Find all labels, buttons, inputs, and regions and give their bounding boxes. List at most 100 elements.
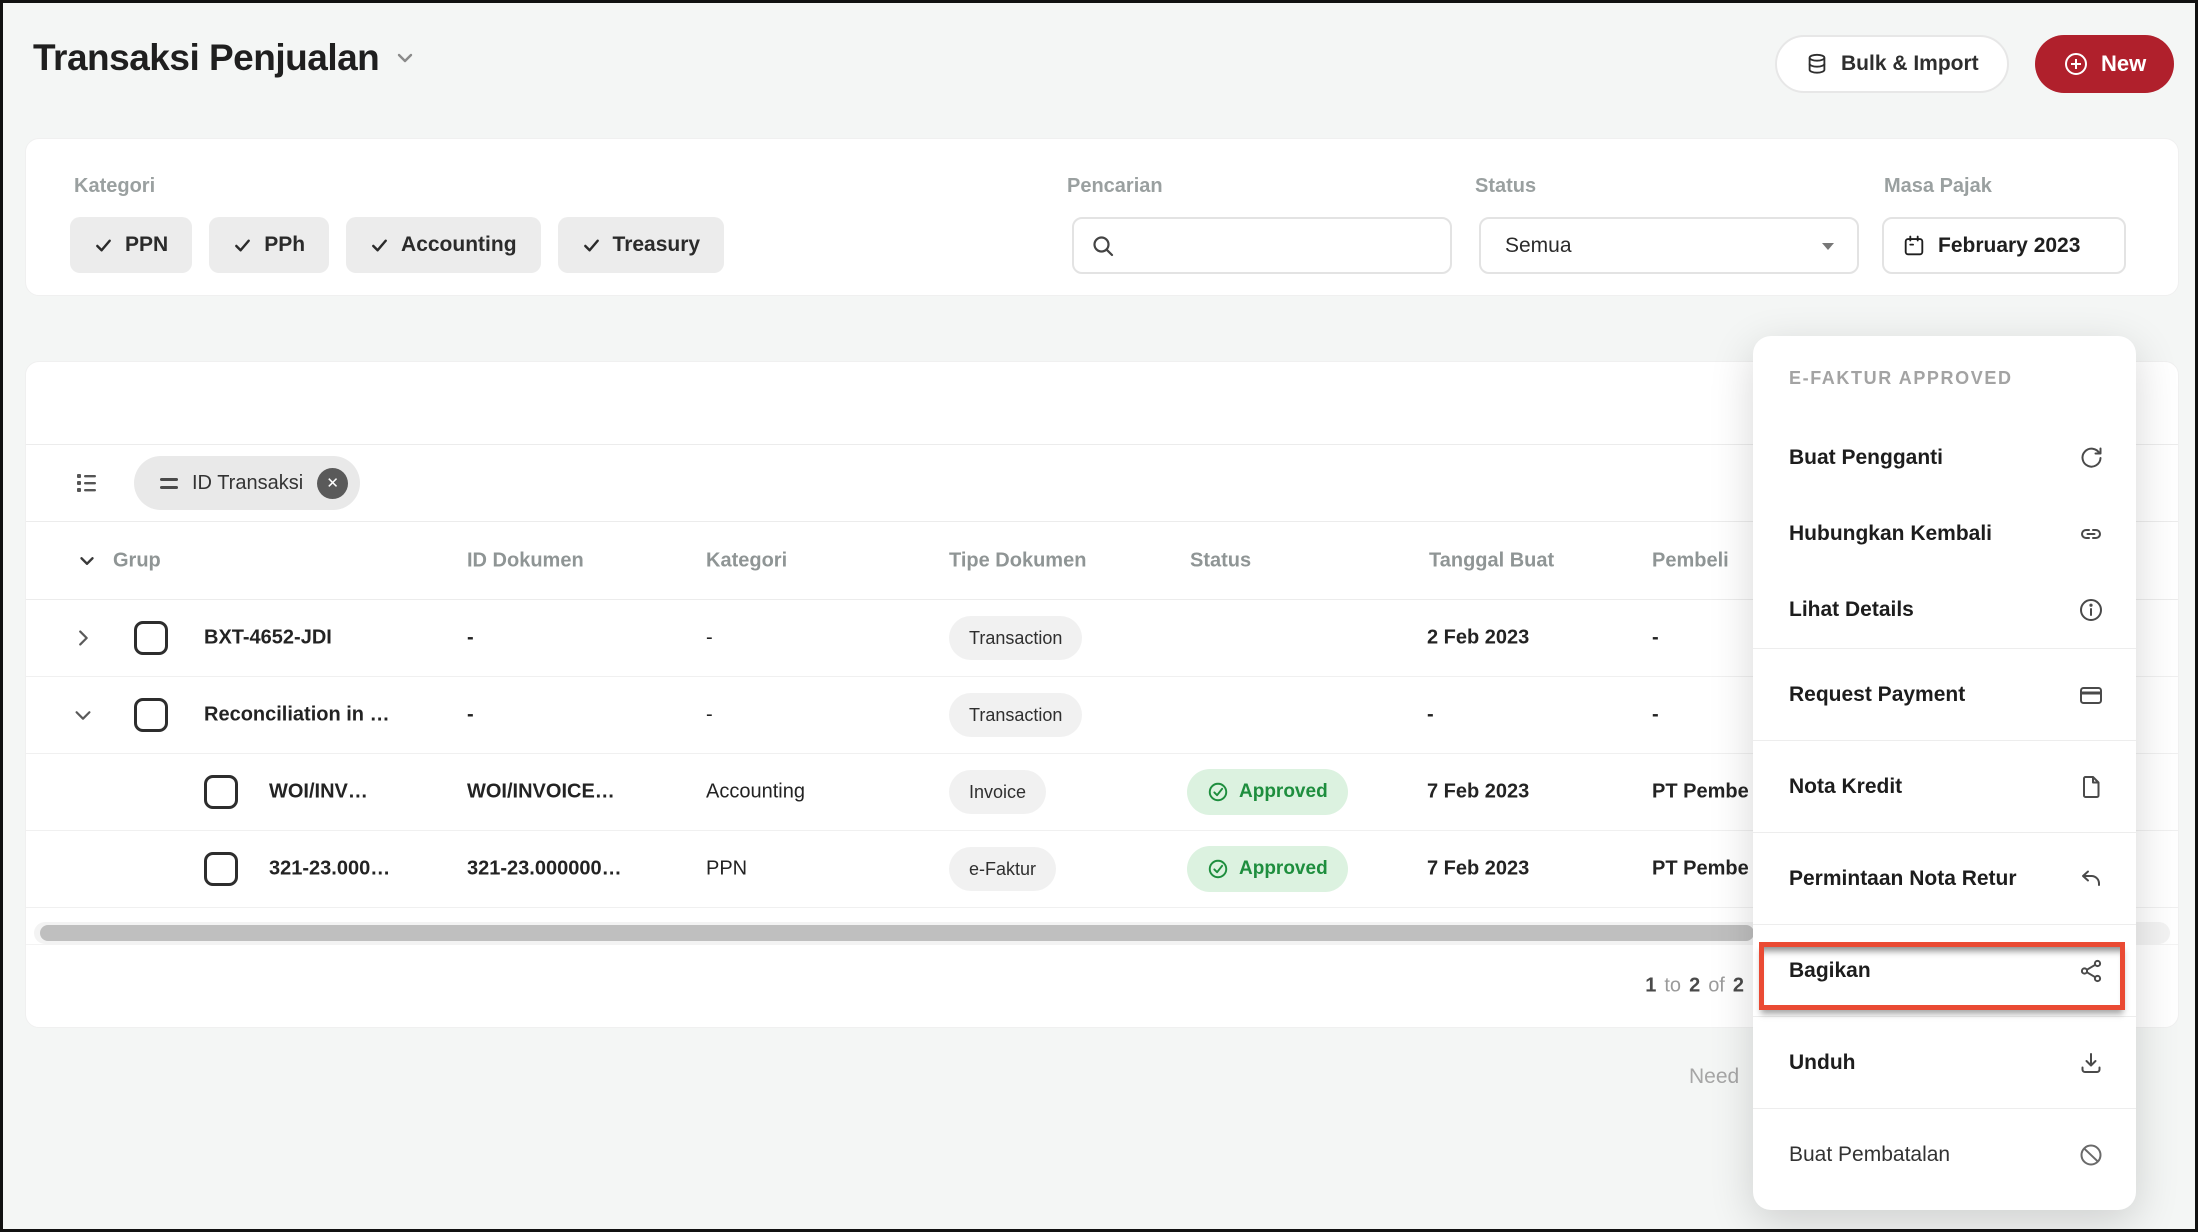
row-checkbox[interactable]: [204, 852, 238, 886]
tipe-badge: Transaction: [949, 693, 1082, 737]
cell-grup[interactable]: 321-23.000…: [269, 858, 390, 881]
page-title-wrap: Transaksi Penjualan: [33, 37, 417, 79]
menu-item-label: Permintaan Nota Retur: [1789, 867, 2017, 891]
menu-item-hubungkan-kembali[interactable]: Hubungkan Kembali: [1753, 496, 2136, 572]
search-box: [1072, 217, 1452, 274]
masa-pajak-label: Masa Pajak: [1884, 175, 1992, 198]
masa-pajak-button[interactable]: February 2023: [1882, 217, 2126, 274]
status-select-value: Semua: [1505, 234, 1572, 258]
menu-item-label: Hubungkan Kembali: [1789, 522, 1992, 546]
refresh-icon: [2078, 445, 2104, 471]
cell-kategori: -: [706, 627, 713, 650]
cell-pembeli: -: [1652, 704, 1659, 727]
grup-sort-chevron-down-icon[interactable]: [76, 550, 98, 572]
col-header-tanggal-buat[interactable]: Tanggal Buat: [1429, 549, 1554, 572]
need-help-text[interactable]: Need: [1689, 1065, 1739, 1089]
cell-id-dokumen: -: [467, 627, 474, 650]
cell-pembeli: PT Pembe: [1652, 781, 1749, 804]
info-icon: [2078, 597, 2104, 623]
menu-item-label: Request Payment: [1789, 683, 1965, 707]
kategori-chip-accounting[interactable]: Accounting: [346, 217, 541, 273]
col-header-id-dokumen[interactable]: ID Dokumen: [467, 549, 584, 572]
expand-chevron-right-icon[interactable]: [72, 627, 94, 649]
cell-grup[interactable]: BXT-4652-JDI: [204, 627, 332, 650]
col-header-grup[interactable]: Grup: [113, 549, 161, 572]
pencarian-label: Pencarian: [1067, 175, 1163, 198]
cell-tanggal: -: [1427, 704, 1434, 727]
kategori-chips: PPN PPh Accounting Treasury: [70, 217, 724, 273]
app-screen: Transaksi Penjualan Bulk & Import New Ka…: [0, 0, 2198, 1232]
caret-down-icon: [1821, 241, 1835, 251]
return-arrow-icon: [2078, 866, 2104, 892]
cell-kategori: PPN: [706, 858, 747, 881]
cell-kategori: Accounting: [706, 781, 805, 804]
new-label: New: [2101, 51, 2146, 77]
circle-check-icon: [1207, 858, 1229, 880]
database-icon: [1805, 52, 1829, 76]
chip-label: Accounting: [401, 233, 517, 257]
menu-item-label: Buat Pengganti: [1789, 446, 1943, 470]
cell-pembeli: -: [1652, 627, 1659, 650]
new-button[interactable]: New: [2035, 35, 2174, 93]
col-header-status[interactable]: Status: [1190, 549, 1251, 572]
menu-section-label: E-FAKTUR APPROVED: [1753, 336, 2136, 420]
kategori-chip-ppn[interactable]: PPN: [70, 217, 192, 273]
cell-id-dokumen: WOI/INVOICE…: [467, 781, 615, 804]
check-icon: [94, 236, 113, 255]
cell-grup[interactable]: Reconciliation in …: [204, 704, 390, 727]
search-icon: [1090, 233, 1116, 259]
cell-pembeli: PT Pembe: [1652, 858, 1749, 881]
plus-circle-icon: [2063, 51, 2089, 77]
menu-item-label: Nota Kredit: [1789, 775, 1902, 799]
menu-item-lihat-details[interactable]: Lihat Details: [1753, 572, 2136, 648]
title-chevron-down-icon[interactable]: [393, 46, 417, 70]
filter-chip-label: ID Transaksi: [192, 472, 303, 495]
filter-chip-id-transaksi[interactable]: ID Transaksi ✕: [134, 456, 360, 510]
status-select[interactable]: Semua: [1479, 217, 1859, 274]
row-checkbox[interactable]: [204, 775, 238, 809]
check-icon: [370, 236, 389, 255]
chip-label: PPN: [125, 233, 168, 257]
menu-item-buat-pengganti[interactable]: Buat Pengganti: [1753, 420, 2136, 496]
col-header-kategori[interactable]: Kategori: [706, 549, 787, 572]
pagination-of-word: of: [1708, 975, 1725, 998]
list-view-icon[interactable]: [74, 470, 100, 496]
horizontal-scrollbar-thumb[interactable]: [40, 925, 1754, 941]
remove-filter-icon[interactable]: ✕: [317, 468, 348, 499]
col-header-tipe-dokumen[interactable]: Tipe Dokumen: [949, 549, 1086, 572]
chip-label: PPh: [264, 233, 305, 257]
bulk-import-label: Bulk & Import: [1841, 52, 1979, 76]
cell-tanggal: 7 Feb 2023: [1427, 858, 1529, 881]
download-icon: [2078, 1050, 2104, 1076]
bulk-import-button[interactable]: Bulk & Import: [1775, 35, 2009, 93]
menu-item-buat-pembatalan[interactable]: Buat Pembatalan: [1753, 1108, 2136, 1200]
kategori-chip-treasury[interactable]: Treasury: [558, 217, 725, 273]
menu-item-nota-kredit[interactable]: Nota Kredit: [1753, 740, 2136, 832]
status-badge: Approved: [1187, 769, 1348, 815]
cell-grup[interactable]: WOI/INV…: [269, 781, 368, 804]
status-label: Approved: [1239, 781, 1328, 803]
col-header-pembeli[interactable]: Pembeli: [1652, 549, 1729, 572]
row-checkbox[interactable]: [134, 698, 168, 732]
status-label: Approved: [1239, 858, 1328, 880]
pagination-from: 1: [1645, 975, 1656, 998]
tipe-badge: e-Faktur: [949, 847, 1056, 891]
equals-icon: [160, 478, 178, 489]
file-icon: [2078, 774, 2104, 800]
kategori-chip-pph[interactable]: PPh: [209, 217, 329, 273]
menu-item-label: Lihat Details: [1789, 598, 1914, 622]
calendar-icon: [1902, 234, 1926, 258]
tipe-badge: Invoice: [949, 770, 1046, 814]
pagination-status: 1 to 2 of 2: [1645, 975, 1744, 998]
row-checkbox[interactable]: [134, 621, 168, 655]
menu-item-unduh[interactable]: Unduh: [1753, 1016, 2136, 1108]
search-input[interactable]: [1126, 234, 1434, 257]
check-icon: [233, 236, 252, 255]
cell-kategori: -: [706, 704, 713, 727]
credit-card-icon: [2078, 682, 2104, 708]
menu-item-permintaan-nota-retur[interactable]: Permintaan Nota Retur: [1753, 832, 2136, 924]
expand-chevron-down-icon[interactable]: [72, 704, 94, 726]
row-context-menu: E-FAKTUR APPROVED Buat Pengganti Hubungk…: [1753, 336, 2136, 1210]
menu-item-request-payment[interactable]: Request Payment: [1753, 648, 2136, 740]
check-icon: [582, 236, 601, 255]
